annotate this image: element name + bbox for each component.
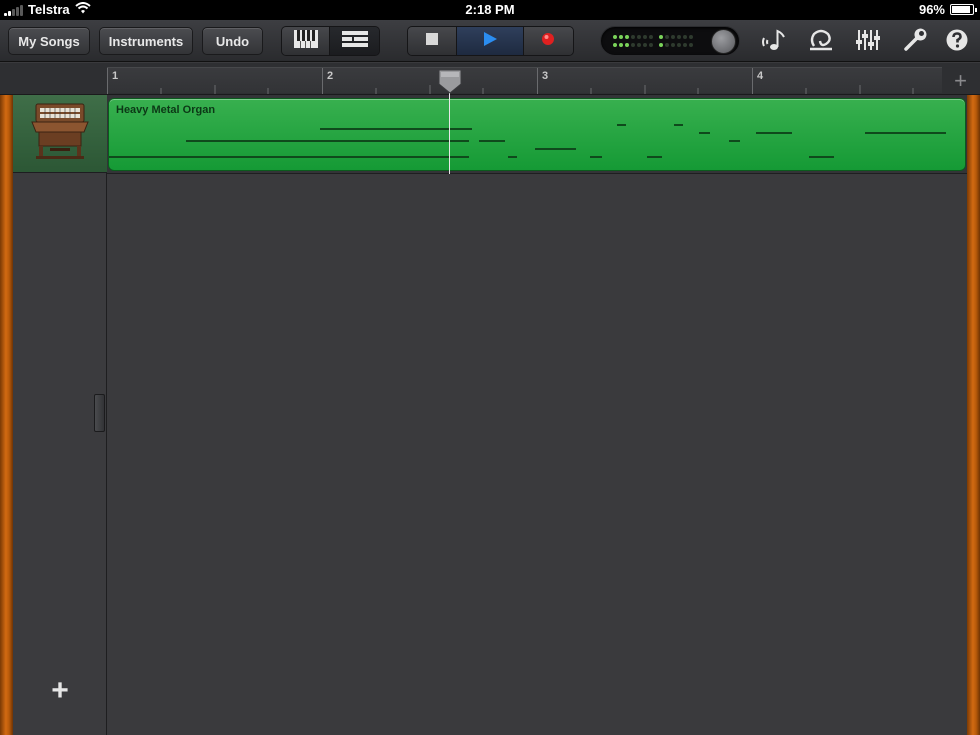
wrench-icon	[903, 28, 927, 57]
status-bar: Telstra 2:18 PM 96%	[0, 0, 980, 20]
ruler-bar-number: 2	[327, 70, 334, 82]
playhead-line	[449, 93, 450, 174]
add-song-section-button[interactable]: +	[942, 68, 979, 94]
record-button[interactable]	[523, 27, 573, 55]
status-time: 2:18 PM	[465, 2, 515, 17]
main-toolbar: My Songs Instruments Undo	[0, 20, 980, 62]
settings-button[interactable]	[902, 28, 928, 57]
help-button[interactable]	[944, 29, 970, 55]
mixer-sliders-icon	[855, 28, 881, 57]
transport-controls	[407, 26, 574, 56]
wood-panel-right	[967, 95, 980, 735]
record-icon	[541, 32, 555, 51]
timeline-ruler[interactable]: 1 2 3 4 +	[0, 63, 980, 95]
add-track-button[interactable]: +	[47, 674, 73, 707]
mixer-button[interactable]	[855, 29, 881, 55]
tracks-area[interactable]: Heavy Metal Organ	[107, 95, 967, 735]
master-volume-meter[interactable]	[600, 26, 740, 56]
loop-browser-button[interactable]	[808, 29, 834, 55]
my-songs-button[interactable]: My Songs	[8, 27, 90, 55]
tracks-view-button[interactable]	[330, 27, 379, 55]
playhead-handle[interactable]	[437, 68, 463, 94]
stop-icon	[426, 32, 439, 50]
volume-knob[interactable]	[711, 29, 736, 54]
instrument-view-button[interactable]	[282, 27, 331, 55]
loop-icon	[808, 28, 834, 57]
track-headers-column: +	[13, 95, 107, 735]
header-resize-handle[interactable]	[94, 394, 105, 432]
help-icon	[945, 28, 969, 57]
piano-keys-icon	[293, 29, 319, 54]
instruments-button[interactable]: Instruments	[99, 27, 193, 55]
play-button[interactable]	[457, 27, 524, 55]
wood-panel-left	[0, 95, 13, 735]
ruler-bar-number: 4	[757, 70, 764, 82]
stop-button[interactable]	[408, 27, 458, 55]
region-notes	[109, 124, 946, 158]
ruler-bar-number: 1	[112, 70, 119, 82]
tracks-list-icon	[341, 30, 369, 53]
organ-icon	[30, 100, 90, 167]
view-switcher	[281, 26, 380, 56]
track-header-heavy-metal-organ[interactable]	[13, 95, 107, 173]
metronome-button[interactable]	[761, 28, 787, 57]
battery-icon	[950, 4, 977, 15]
ruler-ticks	[107, 68, 914, 94]
track-lane[interactable]: Heavy Metal Organ	[107, 95, 967, 174]
battery-percent: 96%	[918, 2, 945, 17]
ruler-track[interactable]: 1 2 3 4	[107, 67, 942, 94]
music-region[interactable]: Heavy Metal Organ	[108, 98, 966, 171]
play-icon	[482, 31, 498, 52]
metronome-note-icon	[761, 28, 787, 57]
level-meter-leds	[613, 35, 693, 47]
undo-button[interactable]: Undo	[202, 27, 263, 55]
garageband-tracks-view: Telstra 2:18 PM 96% My Songs Instruments…	[0, 0, 980, 735]
ruler-bar-number: 3	[542, 70, 549, 82]
